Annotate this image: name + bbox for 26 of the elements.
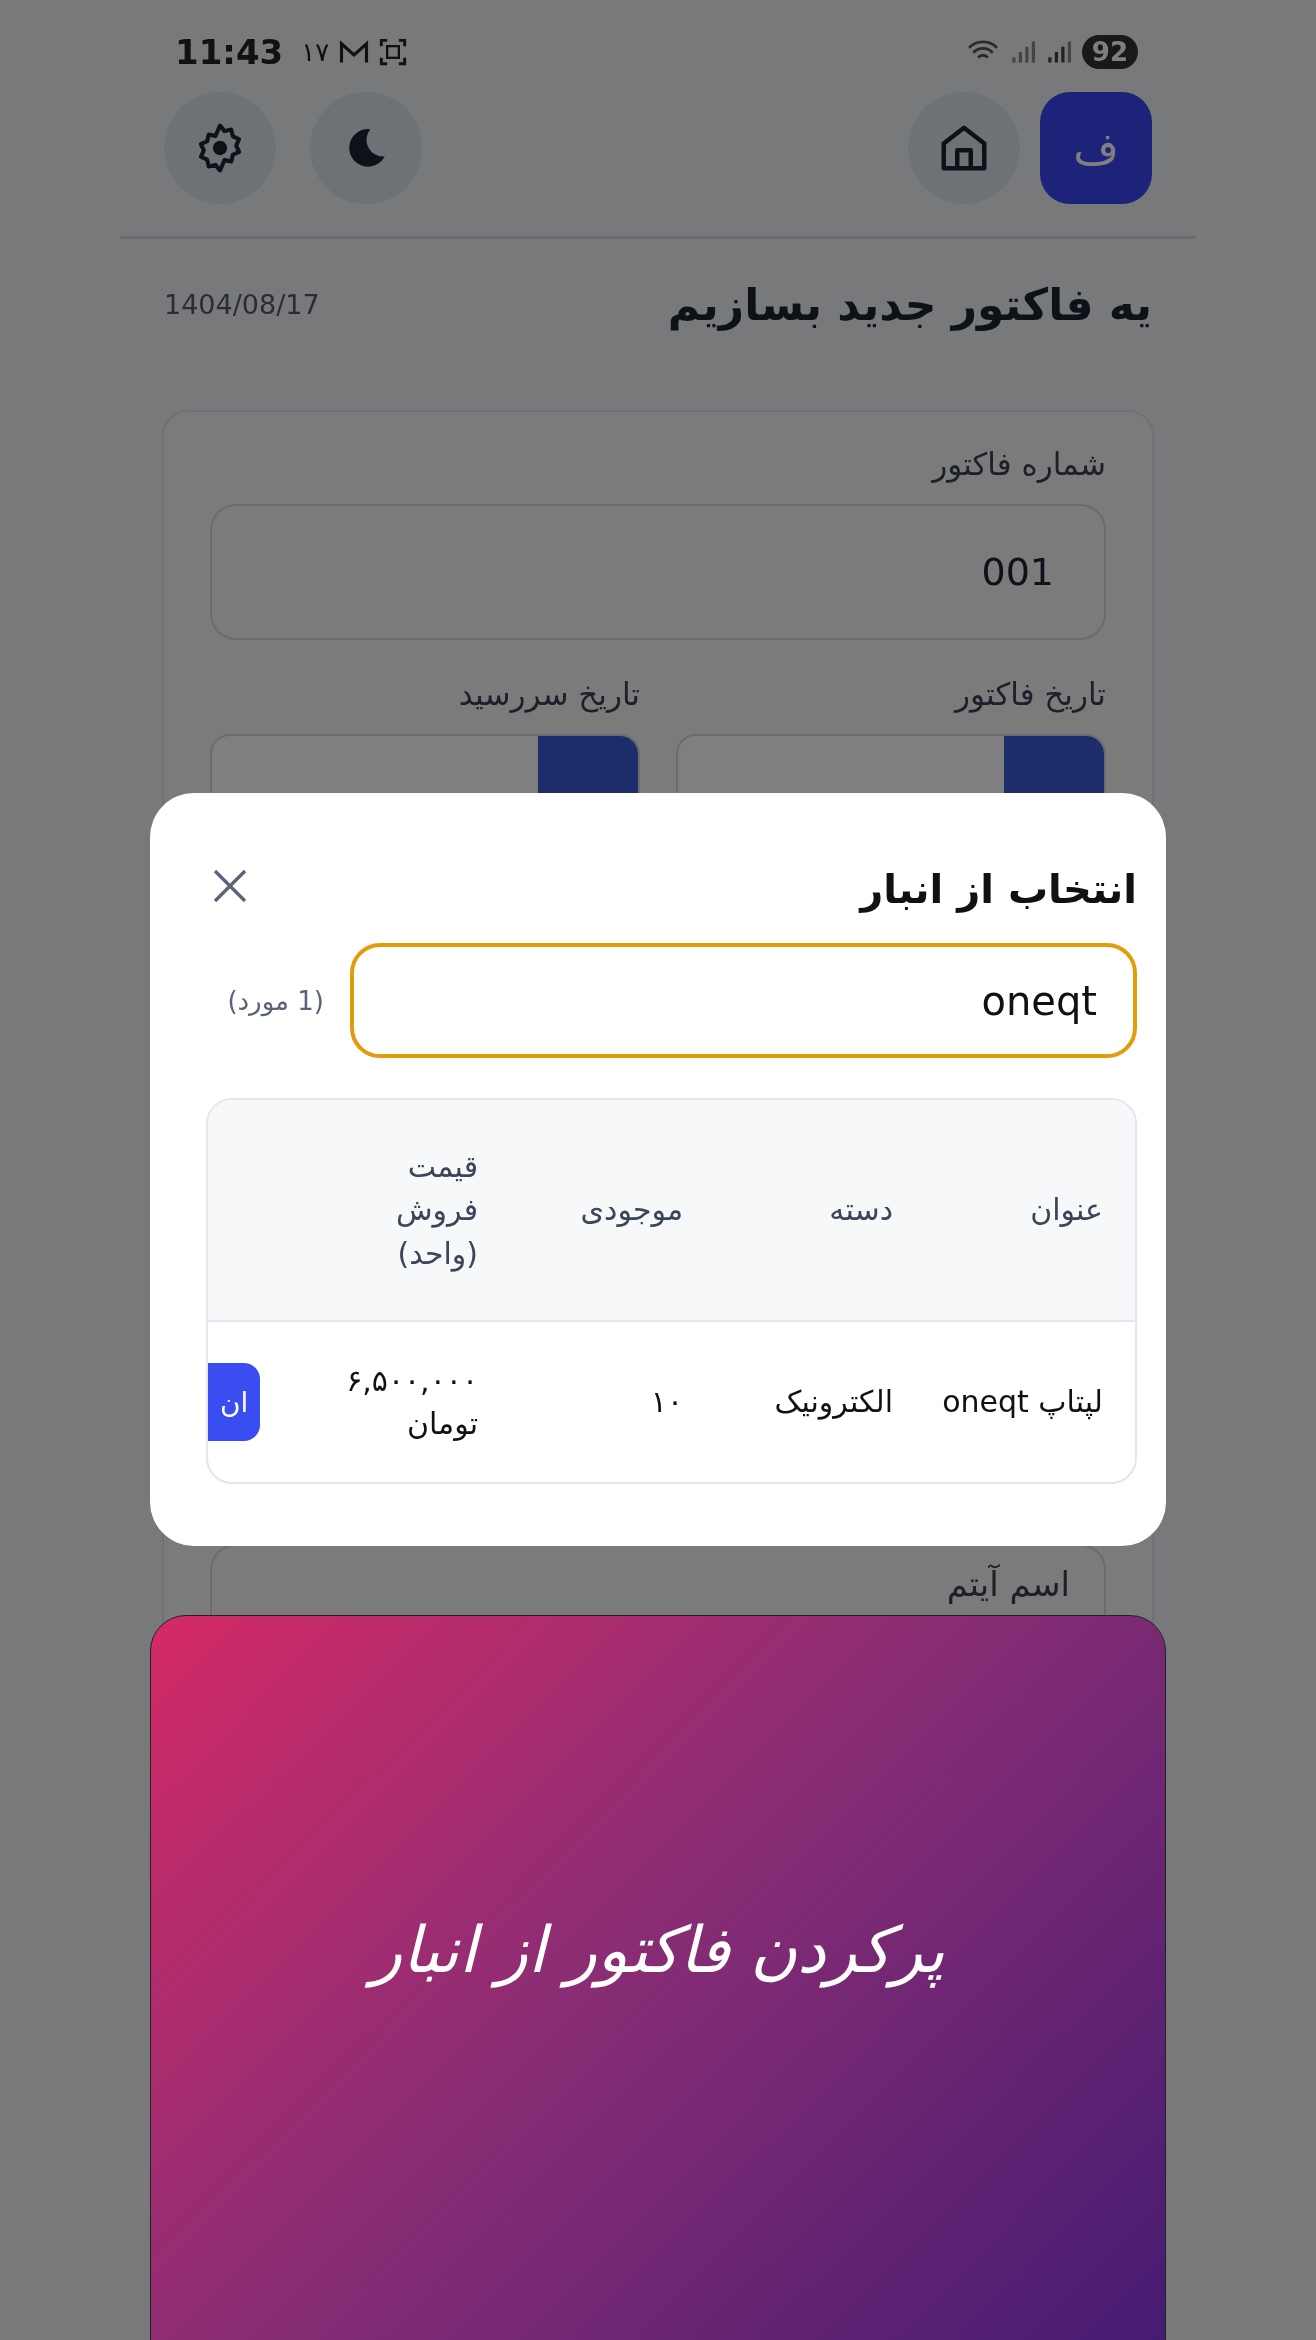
status-time: 11:43 <box>175 32 284 72</box>
search-field[interactable]: oneqt <box>350 943 1137 1058</box>
page-title: یه فاکتور جدید بسازیم <box>667 279 1152 330</box>
column-header: قیمت فروش (واحد) <box>395 1147 478 1274</box>
field-label: اسم آیتم <box>945 1564 1070 1604</box>
status-date: ۱۷ <box>301 37 330 67</box>
page-date: 1404/08/17 <box>164 289 320 320</box>
select-button[interactable]: ان <box>208 1363 261 1441</box>
invoice-number-field[interactable]: 001 <box>210 504 1106 640</box>
battery-level: 92 <box>1081 35 1138 69</box>
banner-text: پرکردن فاکتور از انبار <box>341 1896 975 2004</box>
field-label: شماره فاکتور <box>930 446 1106 482</box>
table-cell-text: ۶,۵۰۰,۰۰۰ تومان <box>345 1361 478 1443</box>
field-label: تاریخ فاکتور <box>952 676 1106 712</box>
column-header: موجودی <box>579 1191 684 1230</box>
table-cell-text: الکترونیک <box>773 1383 894 1422</box>
result-count: (1 مورد) <box>227 985 324 1016</box>
table-cell-text: ۱۰ <box>649 1383 684 1422</box>
column-header: عنوان <box>1029 1191 1104 1230</box>
avatar-button[interactable]: ف <box>1040 92 1152 204</box>
column-header: دسته <box>828 1191 894 1230</box>
field-label: تاریخ سررسید <box>457 676 640 712</box>
screenshot-icon <box>379 38 408 66</box>
mail-icon <box>339 39 370 65</box>
table-cell-text: لپتاپ oneqt <box>941 1383 1104 1422</box>
dialog-title: انتخاب از انبار <box>860 864 1137 912</box>
